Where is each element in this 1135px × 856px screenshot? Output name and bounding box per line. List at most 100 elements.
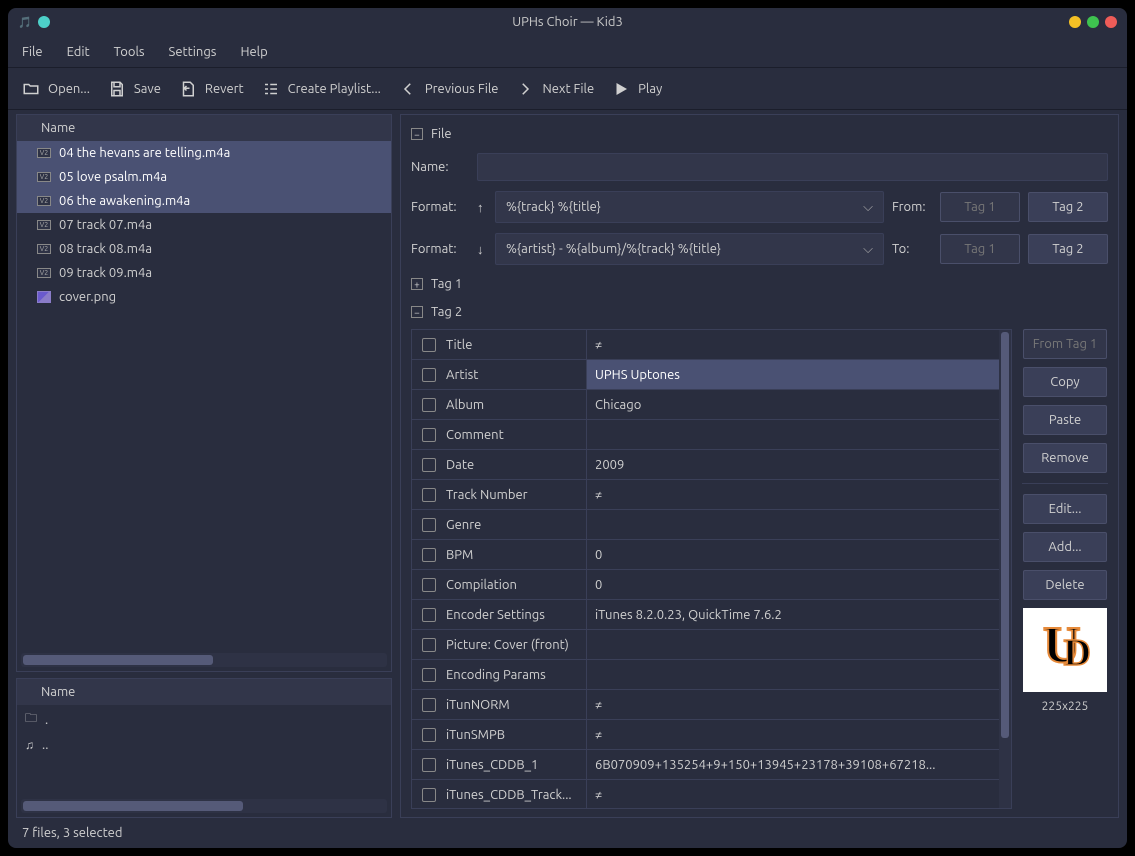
file-row[interactable]: V209 track 09.m4a: [17, 261, 391, 285]
tag-field-row[interactable]: Encoding Params: [412, 660, 999, 690]
field-value[interactable]: 0: [586, 540, 999, 569]
tag1-section-header[interactable]: + Tag 1: [411, 273, 1108, 295]
maximize-button[interactable]: [1087, 16, 1099, 28]
tag-field-row[interactable]: AlbumChicago: [412, 390, 999, 420]
field-checkbox[interactable]: [422, 728, 436, 742]
tag-field-row[interactable]: Encoder SettingsiTunes 8.2.0.23, QuickTi…: [412, 600, 999, 630]
file-row[interactable]: V207 track 07.m4a: [17, 213, 391, 237]
revert-label: Revert: [205, 82, 244, 96]
save-button[interactable]: Save: [108, 80, 161, 98]
field-value[interactable]: ≠: [586, 330, 999, 359]
field-value[interactable]: [586, 630, 999, 659]
field-checkbox[interactable]: [422, 758, 436, 772]
tag-field-row[interactable]: BPM0: [412, 540, 999, 570]
dir-list[interactable]: 🗀.♫..: [17, 705, 391, 795]
separator: [1022, 483, 1108, 484]
file-list-header[interactable]: Name: [17, 115, 391, 141]
v-scrollbar[interactable]: [999, 330, 1011, 808]
field-value[interactable]: ≠: [586, 690, 999, 719]
field-checkbox[interactable]: [422, 338, 436, 352]
field-checkbox[interactable]: [422, 698, 436, 712]
from-tag2-button[interactable]: Tag 2: [1028, 192, 1108, 222]
copy-button[interactable]: Copy: [1023, 367, 1107, 397]
field-checkbox[interactable]: [422, 458, 436, 472]
tag-field-row[interactable]: iTunSMPB≠: [412, 720, 999, 750]
tag2-section-header[interactable]: − Tag 2: [411, 301, 1108, 323]
field-checkbox[interactable]: [422, 578, 436, 592]
previous-file-button[interactable]: Previous File: [399, 80, 499, 98]
field-value[interactable]: iTunes 8.2.0.23, QuickTime 7.6.2: [586, 600, 999, 629]
menubar: File Edit Tools Settings Help: [8, 36, 1127, 68]
field-value[interactable]: 2009: [586, 450, 999, 479]
tag-field-row[interactable]: iTunNORM≠: [412, 690, 999, 720]
field-checkbox[interactable]: [422, 428, 436, 442]
h-scrollbar[interactable]: [21, 653, 387, 667]
field-value[interactable]: [586, 510, 999, 539]
tag-field-row[interactable]: Genre: [412, 510, 999, 540]
field-value[interactable]: 6B070909+135254+9+150+13945+23178+39108+…: [586, 750, 999, 779]
tag-field-row[interactable]: iTunes_CDDB_16B070909+135254+9+150+13945…: [412, 750, 999, 780]
file-row[interactable]: V206 the awakening.m4a: [17, 189, 391, 213]
field-checkbox[interactable]: [422, 488, 436, 502]
menu-tools[interactable]: Tools: [114, 45, 145, 59]
dir-row[interactable]: ♫..: [17, 734, 391, 756]
tag-field-row[interactable]: Comment: [412, 420, 999, 450]
field-value[interactable]: ≠: [586, 720, 999, 749]
h-scrollbar-dirs[interactable]: [21, 799, 387, 813]
create-playlist-button[interactable]: Create Playlist...: [262, 80, 381, 98]
format-up-select[interactable]: %{track} %{title} ⌵: [495, 191, 884, 223]
field-checkbox[interactable]: [422, 398, 436, 412]
remove-button[interactable]: Remove: [1023, 443, 1107, 473]
menu-settings[interactable]: Settings: [169, 45, 217, 59]
collapse-icon: −: [411, 306, 423, 318]
field-value[interactable]: [586, 660, 999, 689]
format-down-select[interactable]: %{artist} - %{album}/%{track} %{title} ⌵: [495, 233, 884, 265]
tag-field-row[interactable]: Title≠: [412, 330, 999, 360]
dir-list-header[interactable]: Name: [17, 679, 391, 705]
tag-field-row[interactable]: Compilation0: [412, 570, 999, 600]
minimize-button[interactable]: [1069, 16, 1081, 28]
edit-button[interactable]: Edit...: [1023, 494, 1107, 524]
close-button[interactable]: [1105, 16, 1117, 28]
tag-field-row[interactable]: Picture: Cover (front): [412, 630, 999, 660]
file-row[interactable]: V205 love psalm.m4a: [17, 165, 391, 189]
menu-file[interactable]: File: [22, 45, 43, 59]
field-checkbox[interactable]: [422, 608, 436, 622]
next-file-button[interactable]: Next File: [516, 80, 594, 98]
file-section-header[interactable]: − File: [411, 123, 1108, 145]
menu-help[interactable]: Help: [240, 45, 267, 59]
open-button[interactable]: Open...: [22, 80, 90, 98]
field-checkbox[interactable]: [422, 638, 436, 652]
file-row[interactable]: V204 the hevans are telling.m4a: [17, 141, 391, 165]
field-value[interactable]: 0: [586, 570, 999, 599]
field-checkbox[interactable]: [422, 518, 436, 532]
name-input[interactable]: [477, 153, 1108, 181]
dir-row[interactable]: 🗀.: [17, 705, 391, 734]
field-checkbox[interactable]: [422, 788, 436, 802]
add-button[interactable]: Add...: [1023, 532, 1107, 562]
tag-field-row[interactable]: Track Number≠: [412, 480, 999, 510]
field-value[interactable]: Chicago: [586, 390, 999, 419]
tag-field-row[interactable]: iTunes_CDDB_Track...≠: [412, 780, 999, 808]
file-row[interactable]: V208 track 08.m4a: [17, 237, 391, 261]
to-tag2-button[interactable]: Tag 2: [1028, 234, 1108, 264]
field-checkbox[interactable]: [422, 668, 436, 682]
cover-art[interactable]: UD: [1023, 608, 1107, 692]
tag-field-row[interactable]: Date2009: [412, 450, 999, 480]
play-button[interactable]: Play: [612, 80, 662, 98]
delete-button[interactable]: Delete: [1023, 570, 1107, 600]
menu-edit[interactable]: Edit: [67, 45, 90, 59]
field-value[interactable]: [586, 420, 999, 449]
field-value[interactable]: UPHS Uptones: [586, 360, 999, 389]
field-value[interactable]: ≠: [586, 780, 999, 808]
field-value[interactable]: ≠: [586, 480, 999, 509]
toolbar: Open... Save Revert Create Playlist... P…: [8, 68, 1127, 110]
field-checkbox[interactable]: [422, 548, 436, 562]
tag1-title: Tag 1: [431, 277, 462, 291]
field-checkbox[interactable]: [422, 368, 436, 382]
revert-button[interactable]: Revert: [179, 80, 244, 98]
file-list[interactable]: V204 the hevans are telling.m4aV205 love…: [17, 141, 391, 649]
paste-button[interactable]: Paste: [1023, 405, 1107, 435]
file-row[interactable]: cover.png: [17, 285, 391, 309]
tag-field-row[interactable]: ArtistUPHS Uptones: [412, 360, 999, 390]
